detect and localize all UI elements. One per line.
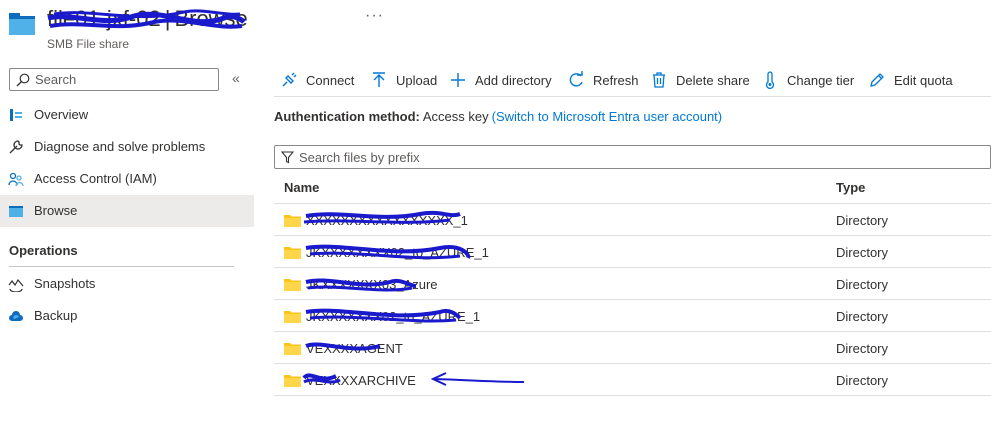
sidebar-item-label: Snapshots	[34, 276, 96, 291]
section-heading-operations: Operations	[9, 243, 78, 258]
row-name[interactable]: JKXXXXXXXX02_to_AZURE_1	[306, 245, 489, 260]
sidebar-item-label: Browse	[34, 203, 78, 218]
column-header-type[interactable]: Type	[836, 180, 865, 195]
pencil-icon	[870, 73, 884, 87]
table-row[interactable]: XXXXXXXXXXXXXXXXX_1 Directory	[274, 204, 991, 236]
snapshot-icon	[8, 278, 24, 292]
plug-icon	[282, 72, 297, 87]
file-share-icon	[9, 13, 35, 35]
sidebar-item-label: Diagnose and solve problems	[34, 139, 206, 154]
table-row[interactable]: JKXXXXXXX03_Azure Directory	[274, 268, 991, 300]
row-name[interactable]: VEXXXXARCHIVE	[306, 373, 416, 388]
resource-name: file01-jxf-02	[47, 6, 161, 31]
edit-quota-label: Edit quota	[894, 73, 953, 88]
folder-icon	[9, 206, 23, 217]
resource-type: SMB File share	[47, 37, 130, 51]
page-name: Browse	[174, 6, 248, 31]
refresh-label: Refresh	[593, 73, 639, 88]
search-icon	[16, 73, 30, 87]
auth-value: Access key	[422, 109, 489, 124]
row-name[interactable]: XXXXXXXXXXXXXXXXX_1	[306, 213, 468, 228]
cloud-backup-icon	[9, 311, 23, 321]
sidebar-item-browse[interactable]: Browse	[0, 195, 254, 227]
column-header-name[interactable]: Name	[284, 180, 319, 195]
sidebar-item-label: Backup	[34, 308, 78, 323]
row-type: Directory	[836, 373, 889, 388]
auth-label: Authentication method:	[274, 109, 420, 124]
row-type: Directory	[836, 341, 889, 356]
search-placeholder: Search	[35, 72, 77, 87]
toolbar-divider	[274, 96, 991, 97]
folder-icon	[284, 215, 301, 227]
filter-placeholder: Search files by prefix	[299, 150, 420, 165]
table-row[interactable]: JKXXXXXXX02_to_AZURE_1 Directory	[274, 300, 991, 332]
overview-icon	[10, 109, 22, 121]
table-row[interactable]: JKXXXXXXXX02_to_AZURE_1 Directory	[274, 236, 991, 268]
sidebar-item-backup[interactable]: Backup	[0, 300, 254, 332]
table-row[interactable]: VEXXXXAGENT Directory	[274, 332, 991, 364]
people-icon	[8, 172, 24, 187]
thermometer-icon	[765, 71, 775, 89]
switch-auth-link[interactable]: (Switch to Microsoft Entra user account)	[492, 109, 722, 124]
row-type: Directory	[836, 213, 889, 228]
page-header: file01-jxf-02 | Browse ··· SMB File share	[0, 0, 991, 58]
title-separator: |	[164, 6, 171, 31]
row-type: Directory	[836, 277, 889, 292]
filter-icon	[281, 151, 294, 164]
table-header: Name Type	[274, 172, 991, 204]
folder-icon	[284, 375, 301, 387]
folder-icon	[284, 247, 301, 259]
table-row[interactable]: VEXXXXARCHIVE Directory	[274, 364, 991, 396]
row-name[interactable]: JKXXXXXXX03_Azure	[306, 277, 438, 292]
file-list: Name Type XXXXXXXXXXXXXXXXX_1 Directory …	[274, 172, 991, 396]
command-bar: Connect Upload Add directory Refresh Del…	[274, 64, 991, 96]
folder-icon	[284, 311, 301, 323]
sidebar-item-label: Overview	[34, 107, 89, 122]
sidebar-item-overview[interactable]: Overview	[0, 99, 254, 131]
sidebar-item-label: Access Control (IAM)	[34, 171, 157, 186]
connect-label: Connect	[306, 73, 355, 88]
sidebar-item-snapshots[interactable]: Snapshots	[0, 268, 254, 300]
wrench-icon	[9, 140, 23, 154]
change-tier-label: Change tier	[787, 73, 855, 88]
collapse-sidebar-button[interactable]: «	[232, 70, 240, 86]
divider	[9, 266, 234, 267]
sidebar-search-input[interactable]: Search	[9, 68, 219, 91]
page-title: file01-jxf-02 | Browse	[47, 6, 248, 32]
row-type: Directory	[836, 245, 889, 260]
sidebar-item-diagnose[interactable]: Diagnose and solve problems	[0, 131, 254, 163]
folder-icon	[284, 279, 301, 291]
auth-method: Authentication method: Access key (Switch …	[274, 109, 722, 124]
delete-share-label: Delete share	[676, 73, 750, 88]
more-options-button[interactable]: ···	[365, 7, 384, 25]
row-type: Directory	[836, 309, 889, 324]
trash-icon	[653, 72, 665, 88]
add-directory-label: Add directory	[475, 73, 552, 88]
upload-label: Upload	[396, 73, 438, 88]
prefix-filter-input[interactable]: Search files by prefix	[274, 145, 991, 169]
row-name[interactable]: VEXXXXAGENT	[306, 341, 403, 356]
refresh-icon	[569, 71, 583, 87]
row-name[interactable]: JKXXXXXXX02_to_AZURE_1	[306, 309, 480, 324]
sidebar-item-iam[interactable]: Access Control (IAM)	[0, 163, 254, 195]
upload-icon	[373, 72, 385, 87]
folder-icon	[284, 343, 301, 355]
plus-icon	[451, 73, 465, 87]
